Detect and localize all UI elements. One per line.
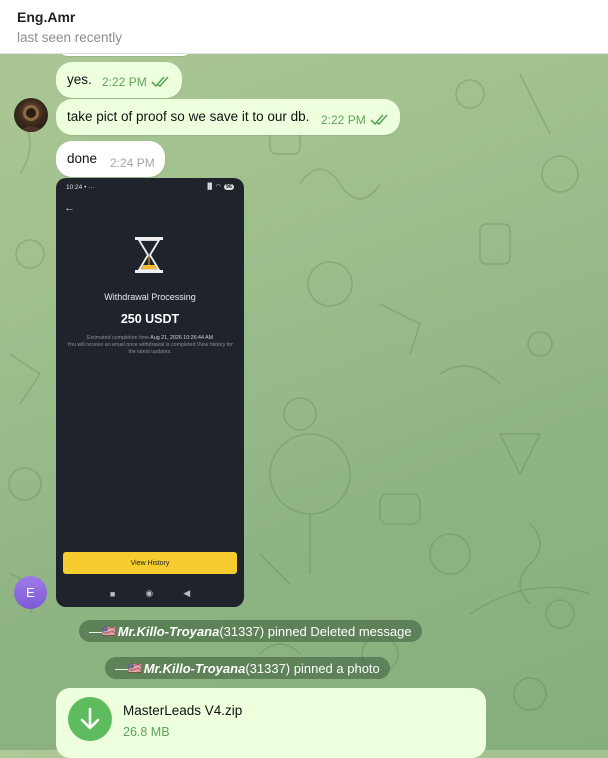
avatar-letter: E (26, 585, 35, 600)
contact-name[interactable]: Eng.Amr (17, 9, 75, 25)
back-arrow-icon: ← (64, 202, 75, 214)
message-time: 2:22 PM (102, 75, 147, 89)
service-message-pinned[interactable]: — 🇺🇸 Mr.Killo-Troyana (31337) pinned a p… (105, 657, 390, 679)
service-user-name[interactable]: Mr.Killo-Troyana (144, 661, 246, 676)
estimate-label: Estimated completion time (86, 335, 150, 341)
message-meta: 2:22 PM (102, 75, 171, 89)
file-name: MasterLeads V4.zip (123, 703, 243, 718)
home-icon: ◉ (145, 588, 154, 598)
phone-status-dots: • ··· (84, 184, 95, 191)
message-meta: 2:22 PM (321, 113, 390, 127)
double-check-icon (151, 76, 169, 88)
double-check-icon (370, 114, 388, 126)
battery-icon: 96 (223, 183, 234, 190)
message-bubble[interactable]: done 2:24 PM (56, 141, 165, 177)
phone-nav-bar: ■ ◉ ◀ (56, 588, 244, 599)
sender-avatar[interactable]: E (14, 576, 47, 609)
withdrawal-title: Withdrawal Processing (104, 292, 196, 302)
message-text: done (67, 151, 98, 166)
download-arrow-icon (80, 707, 100, 730)
hourglass-icon (135, 237, 163, 273)
withdrawal-amount: 250 USDT (120, 312, 180, 326)
message-time: 2:22 PM (321, 113, 366, 127)
message-meta: 2:24 PM (110, 156, 155, 170)
avatar-photo-icon (19, 105, 43, 132)
phone-status-icons: ▐▌ ◠ 96 (205, 183, 234, 190)
service-prefix: — (115, 660, 128, 676)
service-text: (31337) pinned Deleted message (219, 623, 412, 639)
estimate-note: You will receive an email once withdrawa… (66, 342, 234, 355)
view-history-button: View History (63, 552, 237, 574)
signal-icon: ▐▌ ◠ (205, 184, 221, 190)
chat-header[interactable]: Eng.Amr last seen recently (0, 0, 608, 54)
service-prefix: — (89, 623, 102, 639)
service-message-pinned[interactable]: — 🇺🇸 Mr.Killo-Troyana (31337) pinned Del… (79, 620, 422, 642)
message-text: take pict of proof so we save it to our … (67, 109, 310, 124)
message-bubble[interactable]: yes. 2:22 PM (56, 62, 182, 98)
contact-status: last seen recently (17, 30, 123, 45)
download-button[interactable] (68, 697, 112, 741)
us-flag-icon: 🇺🇸 (128, 662, 142, 675)
service-user-name[interactable]: Mr.Killo-Troyana (118, 624, 220, 639)
estimate-time: Aug 21, 2026 10:26:44 AM (150, 335, 214, 341)
recent-apps-icon: ■ (109, 588, 116, 599)
us-flag-icon: 🇺🇸 (102, 625, 116, 638)
sender-avatar[interactable] (14, 98, 48, 132)
withdrawal-estimate: Estimated completion time Aug 21, 2026 1… (64, 335, 236, 356)
file-message[interactable]: MasterLeads V4.zip 26.8 MB (56, 688, 486, 758)
message-bubble[interactable]: take pict of proof so we save it to our … (56, 99, 400, 135)
message-time: 2:24 PM (110, 156, 155, 170)
back-triangle-icon: ◀ (183, 588, 191, 598)
phone-status-bar: 10:24 • ··· (66, 184, 95, 191)
phone-time: 10:24 (66, 184, 83, 191)
service-text: (31337) pinned a photo (245, 660, 380, 676)
file-size: 26.8 MB (123, 725, 170, 739)
photo-message[interactable]: 10:24 • ··· ▐▌ ◠ 96 ← Withdrawal Process… (56, 178, 244, 607)
message-text: yes. (67, 72, 92, 87)
